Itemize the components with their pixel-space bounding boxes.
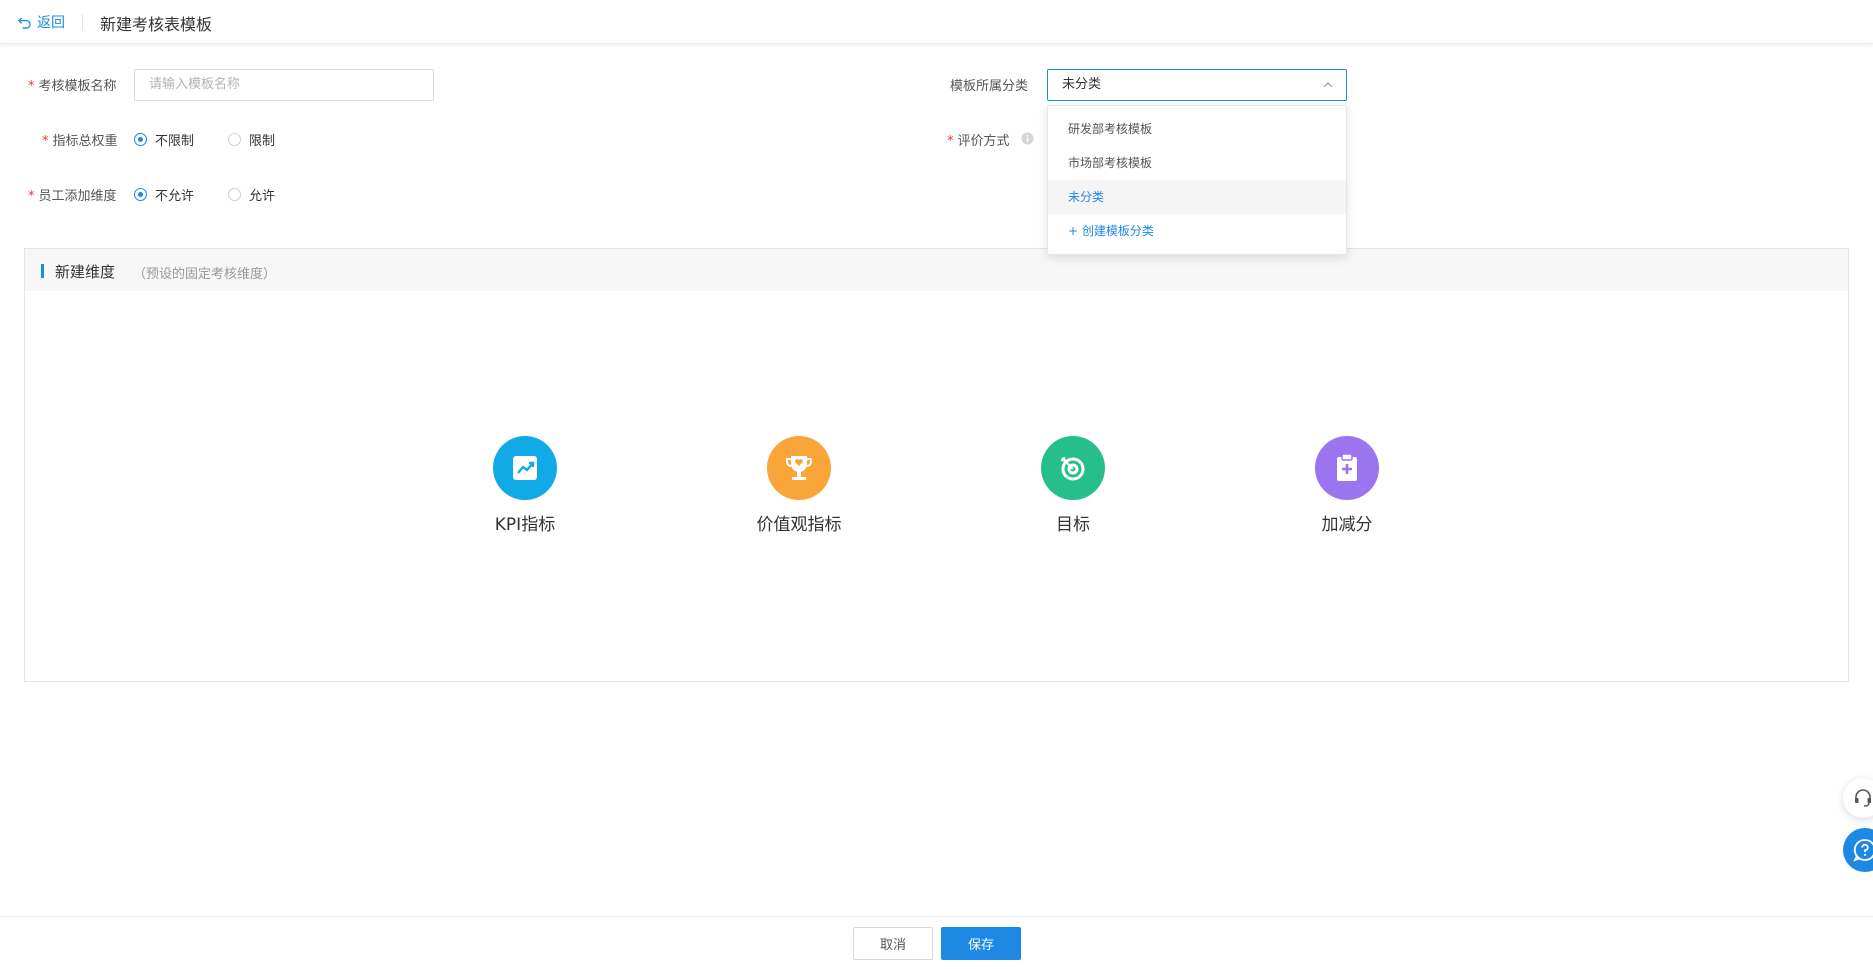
panel-header: 新建维度 （预设的固定考核维度） bbox=[25, 249, 1848, 291]
dropdown-option-selected[interactable]: 未分类 bbox=[1048, 180, 1346, 214]
undo-arrow-icon bbox=[18, 16, 31, 29]
evaluation-label: * 评价方式 bbox=[947, 134, 1010, 149]
category-label: 模板所属分类 bbox=[950, 79, 1029, 94]
weight-label: * 指标总权重 bbox=[42, 134, 118, 149]
required-mark: * bbox=[28, 189, 35, 204]
help-chat-icon bbox=[1853, 839, 1873, 862]
page-title: 新建考核表模板 bbox=[100, 15, 213, 34]
dimension-label: 价值观指标 bbox=[756, 515, 842, 535]
category-value: 未分类 bbox=[1062, 77, 1102, 92]
required-mark: * bbox=[947, 134, 954, 149]
required-mark: * bbox=[42, 134, 49, 149]
panel-subtitle: （预设的固定考核维度） bbox=[133, 267, 277, 282]
back-link[interactable]: 返回 bbox=[18, 12, 65, 32]
weight-radio-limited[interactable]: 限制 bbox=[228, 130, 275, 149]
dimension-label: KPI指标 bbox=[494, 515, 556, 535]
dimension-values[interactable]: 价值观指标 bbox=[729, 436, 869, 535]
help-button[interactable] bbox=[1843, 828, 1873, 872]
create-category-option[interactable]: + 创建模板分类 bbox=[1048, 214, 1346, 248]
dimension-goal[interactable]: 目标 bbox=[1003, 436, 1143, 535]
clipboard-plus-icon bbox=[1315, 436, 1379, 500]
info-icon[interactable] bbox=[1021, 132, 1034, 145]
required-mark: * bbox=[28, 79, 35, 94]
back-label: 返回 bbox=[37, 15, 65, 31]
radio-unchecked-icon bbox=[228, 133, 241, 146]
category-dropdown: 研发部考核模板 市场部考核模板 未分类 + 创建模板分类 bbox=[1047, 105, 1347, 255]
employee-add-radio-allow[interactable]: 允许 bbox=[228, 185, 275, 204]
customer-service-button[interactable] bbox=[1843, 778, 1873, 818]
cancel-button[interactable]: 取消 bbox=[853, 927, 933, 960]
header-divider bbox=[82, 14, 83, 30]
target-icon bbox=[1041, 436, 1105, 500]
chevron-up-icon bbox=[1323, 82, 1333, 88]
dimension-label: 加减分 bbox=[1321, 515, 1373, 535]
top-bar: 返回 新建考核表模板 bbox=[0, 0, 1873, 44]
dimension-label: 目标 bbox=[1056, 515, 1090, 535]
dropdown-option[interactable]: 市场部考核模板 bbox=[1048, 146, 1346, 180]
radio-checked-icon bbox=[134, 188, 147, 201]
dropdown-option[interactable]: 研发部考核模板 bbox=[1048, 112, 1346, 146]
footer-bar: 取消 保存 bbox=[0, 916, 1873, 969]
dimension-kpi[interactable]: KPI指标 bbox=[455, 436, 595, 535]
template-name-label: * 考核模板名称 bbox=[28, 79, 117, 94]
category-select[interactable]: 未分类 bbox=[1047, 69, 1347, 101]
chart-trend-icon bbox=[493, 436, 557, 500]
panel-title: 新建维度 bbox=[55, 263, 116, 281]
radio-unchecked-icon bbox=[228, 188, 241, 201]
panel-accent-bar bbox=[41, 264, 44, 278]
template-name-input[interactable]: 请输入模板名称 bbox=[134, 69, 434, 101]
headset-icon bbox=[1855, 789, 1871, 807]
dimension-bonus[interactable]: 加减分 bbox=[1277, 436, 1417, 535]
radio-checked-icon bbox=[134, 133, 147, 146]
save-button[interactable]: 保存 bbox=[941, 927, 1021, 960]
weight-radio-unlimited[interactable]: 不限制 bbox=[134, 130, 194, 149]
dimension-panel: 新建维度 （预设的固定考核维度） bbox=[24, 248, 1849, 682]
employee-add-label: * 员工添加维度 bbox=[28, 189, 117, 204]
trophy-icon bbox=[767, 436, 831, 500]
employee-add-radio-disallow[interactable]: 不允许 bbox=[134, 185, 194, 204]
